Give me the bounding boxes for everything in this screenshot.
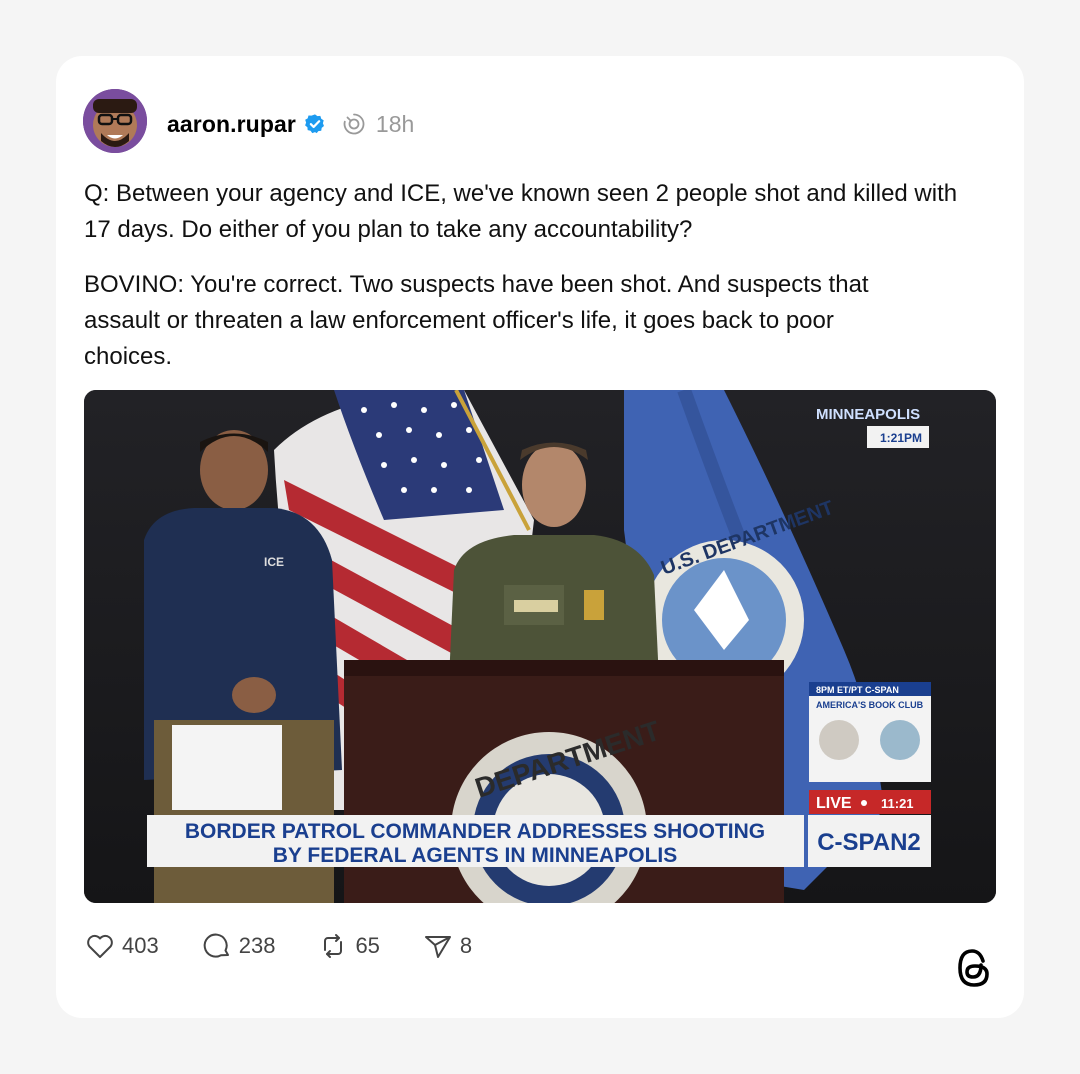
threads-logo-icon[interactable] [954,946,994,990]
reply-button[interactable]: 238 [201,930,276,962]
promo-title: AMERICA'S BOOK CLUB [816,700,924,710]
video-thumbnail[interactable]: U.S. DEPARTMENT ICE DEPARTMENT MINNEAPOL… [84,390,996,903]
chyron-line-1: BORDER PATROL COMMANDER ADDRESSES SHOOTI… [185,820,765,843]
reply-icon [203,933,229,958]
repost-button[interactable]: 65 [317,930,380,962]
username[interactable]: aaron.rupar [167,111,296,138]
live-indicator: LIVE 11:21 [809,790,931,814]
promo-box: 8PM ET/PT C-SPAN AMERICA'S BOOK CLUB [809,682,931,782]
jacket-text: ICE [264,555,284,569]
verified-badge-icon [305,114,324,134]
avatar[interactable] [83,89,147,153]
share-count: 8 [459,933,473,958]
post-time: 18h [375,110,415,137]
share-button[interactable]: 8 [422,930,472,962]
action-bar: 403 238 65 8 [84,928,514,964]
thread-activity-icon [343,113,365,135]
heart-icon [87,934,113,958]
repost-count: 65 [355,933,380,958]
like-button[interactable]: 403 [84,930,159,962]
post-paragraph: Q: Between your agency and ICE, we've kn… [84,180,958,243]
post-card: aaron.rupar 18h Q: Between your agency a… [56,56,1024,1018]
like-count: 403 [122,933,159,958]
network-logo: C-SPAN2 [817,829,921,856]
share-icon [424,936,451,958]
post-paragraph: BOVINO: You're correct. Two suspects hav… [84,271,869,370]
chyron-line-2: BY FEDERAL AGENTS IN MINNEAPOLIS [273,844,678,867]
reply-count: 238 [238,933,276,958]
location-text: MINNEAPOLIS [816,406,920,423]
repost-icon [324,934,343,958]
live-time: 11:21 [881,796,914,811]
promo-time: 8PM ET/PT C-SPAN [816,685,899,695]
post-header: aaron.rupar 18h [167,106,414,142]
chyron: BORDER PATROL COMMANDER ADDRESSES SHOOTI… [147,815,931,867]
location-time: 1:21PM [880,431,922,445]
live-label: LIVE [816,795,852,812]
